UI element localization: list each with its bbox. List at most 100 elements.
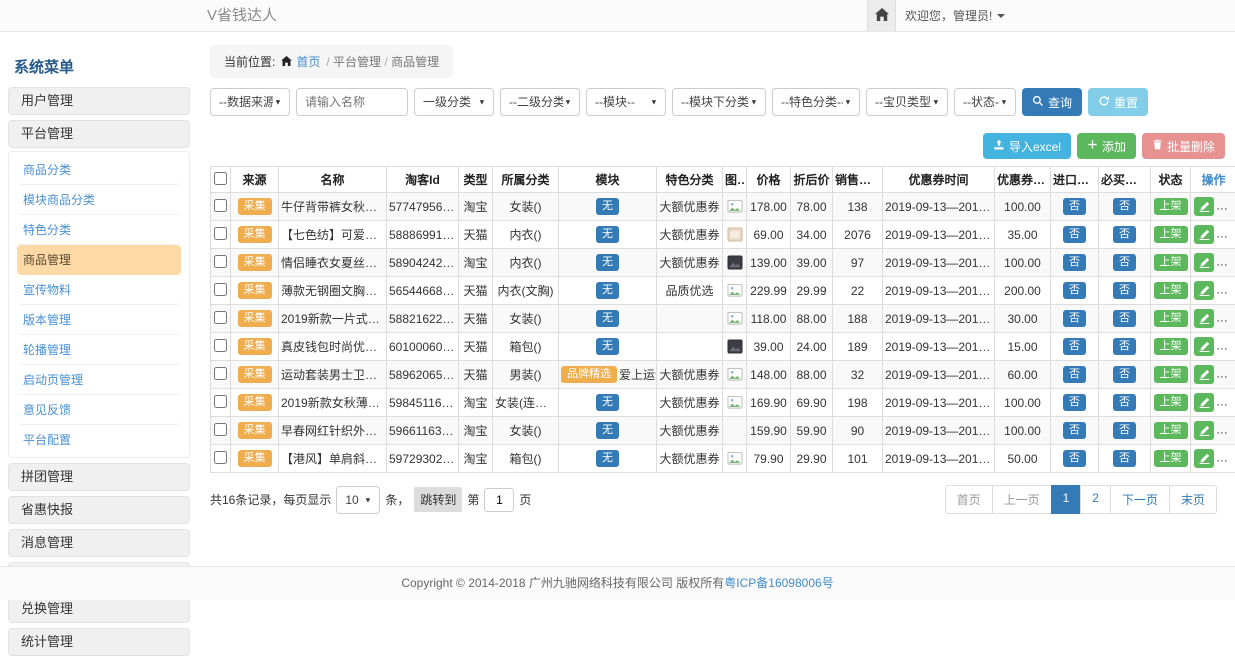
must-buy-toggle[interactable]: 否 <box>1113 394 1136 412</box>
import-pick-toggle[interactable]: 否 <box>1063 394 1086 412</box>
module-none-badge[interactable]: 无 <box>596 422 619 440</box>
import-pick-toggle[interactable]: 否 <box>1063 282 1086 300</box>
select-all-checkbox[interactable] <box>214 172 227 185</box>
status-badge[interactable]: 上架 <box>1154 338 1188 356</box>
sidebar-item-2-7[interactable]: 轮播管理 <box>17 335 181 365</box>
must-buy-toggle[interactable]: 否 <box>1113 338 1136 356</box>
status-badge[interactable]: 上架 <box>1154 394 1188 412</box>
sidebar-group-5[interactable]: 消息管理 <box>8 529 190 557</box>
row-checkbox[interactable] <box>214 199 227 212</box>
row-checkbox[interactable] <box>214 339 227 352</box>
breadcrumb-home-link[interactable]: 首页 <box>296 53 320 70</box>
filter-select-8[interactable]: --宝贝类型-- <box>866 88 948 116</box>
module-none-badge[interactable]: 无 <box>596 226 619 244</box>
module-none-badge[interactable]: 无 <box>596 282 619 300</box>
page-button-5[interactable]: 下一页 <box>1110 485 1170 514</box>
import-pick-toggle[interactable]: 否 <box>1063 310 1086 328</box>
edit-button[interactable] <box>1194 421 1214 440</box>
row-checkbox[interactable] <box>214 255 227 268</box>
must-buy-toggle[interactable]: 否 <box>1113 366 1136 384</box>
edit-button[interactable] <box>1194 309 1214 328</box>
row-checkbox[interactable] <box>214 423 227 436</box>
filter-select-9[interactable]: --状态-- <box>954 88 1016 116</box>
filter-select-7[interactable]: --特色分类-- <box>772 88 860 116</box>
edit-button[interactable] <box>1194 225 1214 244</box>
sidebar-group-8[interactable]: 统计管理 <box>8 628 190 656</box>
import-pick-toggle[interactable]: 否 <box>1063 254 1086 272</box>
status-badge[interactable]: 上架 <box>1154 198 1188 216</box>
per-page-select[interactable]: 10 <box>336 486 380 514</box>
must-buy-toggle[interactable]: 否 <box>1113 254 1136 272</box>
edit-button[interactable] <box>1194 281 1214 300</box>
user-menu[interactable]: 欢迎您，管理员! <box>905 0 1005 31</box>
edit-button[interactable] <box>1194 393 1214 412</box>
import-pick-toggle[interactable]: 否 <box>1063 422 1086 440</box>
filter-select-5[interactable]: --模块-- <box>586 88 666 116</box>
add-button[interactable]: 添加 <box>1077 133 1136 159</box>
must-buy-toggle[interactable]: 否 <box>1113 450 1136 468</box>
status-badge[interactable]: 上架 <box>1154 282 1188 300</box>
status-badge[interactable]: 上架 <box>1154 310 1188 328</box>
import-pick-toggle[interactable]: 否 <box>1063 338 1086 356</box>
row-checkbox[interactable] <box>214 395 227 408</box>
sidebar-group-3[interactable]: 拼团管理 <box>8 463 190 491</box>
page-button-2[interactable]: 上一页 <box>992 485 1052 514</box>
status-badge[interactable]: 上架 <box>1154 254 1188 272</box>
page-button-3[interactable]: 1 <box>1051 485 1082 514</box>
row-checkbox[interactable] <box>214 283 227 296</box>
edit-button[interactable] <box>1194 253 1214 272</box>
page-button-1[interactable]: 首页 <box>945 485 993 514</box>
jump-button[interactable]: 跳转到 <box>414 487 462 512</box>
module-none-badge[interactable]: 无 <box>596 198 619 216</box>
row-checkbox[interactable] <box>214 367 227 380</box>
sidebar-item-2-8[interactable]: 启动页管理 <box>17 365 181 395</box>
must-buy-toggle[interactable]: 否 <box>1113 198 1136 216</box>
page-button-6[interactable]: 末页 <box>1169 485 1217 514</box>
edit-button[interactable] <box>1194 365 1214 384</box>
import-pick-toggle[interactable]: 否 <box>1063 450 1086 468</box>
edit-button[interactable] <box>1194 197 1214 216</box>
import-excel-button[interactable]: 导入excel <box>983 133 1071 159</box>
status-badge[interactable]: 上架 <box>1154 422 1188 440</box>
batch-delete-button[interactable]: 批量删除 <box>1142 133 1225 159</box>
row-checkbox[interactable] <box>214 311 227 324</box>
must-buy-toggle[interactable]: 否 <box>1113 282 1136 300</box>
module-none-badge[interactable]: 无 <box>596 338 619 356</box>
page-button-4[interactable]: 2 <box>1080 485 1111 514</box>
status-badge[interactable]: 上架 <box>1154 226 1188 244</box>
icp-link[interactable]: 粤ICP备16098006号 <box>724 576 833 590</box>
edit-button[interactable] <box>1194 449 1214 468</box>
module-none-badge[interactable]: 无 <box>596 254 619 272</box>
sidebar-item-2-1[interactable]: 商品分类 <box>17 155 181 185</box>
search-button[interactable]: 查询 <box>1022 88 1082 116</box>
row-checkbox[interactable] <box>214 227 227 240</box>
module-none-badge[interactable]: 无 <box>596 310 619 328</box>
import-pick-toggle[interactable]: 否 <box>1063 198 1086 216</box>
must-buy-toggle[interactable]: 否 <box>1113 310 1136 328</box>
filter-select-3[interactable]: 一级分类 <box>414 88 494 116</box>
sidebar-item-2-9[interactable]: 意见反馈 <box>17 395 181 425</box>
status-badge[interactable]: 上架 <box>1154 366 1188 384</box>
home-button[interactable] <box>867 0 896 31</box>
sidebar-item-2-3[interactable]: 特色分类 <box>17 215 181 245</box>
edit-button[interactable] <box>1194 337 1214 356</box>
import-pick-toggle[interactable]: 否 <box>1063 226 1086 244</box>
import-pick-toggle[interactable]: 否 <box>1063 366 1086 384</box>
sidebar-group-4[interactable]: 省惠快报 <box>8 496 190 524</box>
must-buy-toggle[interactable]: 否 <box>1113 226 1136 244</box>
sidebar-group-1[interactable]: 用户管理 <box>8 87 190 115</box>
must-buy-toggle[interactable]: 否 <box>1113 422 1136 440</box>
filter-select-6[interactable]: --模块下分类-- <box>672 88 766 116</box>
row-checkbox[interactable] <box>214 451 227 464</box>
sidebar-item-2-6[interactable]: 版本管理 <box>17 305 181 335</box>
sidebar-item-2-10[interactable]: 平台配置 <box>17 425 181 454</box>
reset-button[interactable]: 重置 <box>1088 88 1148 116</box>
filter-select-1[interactable]: --数据来源-- <box>210 88 290 116</box>
status-badge[interactable]: 上架 <box>1154 450 1188 468</box>
sidebar-item-2-5[interactable]: 宣传物料 <box>17 275 181 305</box>
module-none-badge[interactable]: 无 <box>596 450 619 468</box>
sidebar-item-2-2[interactable]: 模块商品分类 <box>17 185 181 215</box>
sidebar-item-2-4[interactable]: 商品管理 <box>17 245 181 275</box>
page-number-input[interactable] <box>484 488 514 512</box>
sidebar-group-2[interactable]: 平台管理 <box>8 120 190 148</box>
